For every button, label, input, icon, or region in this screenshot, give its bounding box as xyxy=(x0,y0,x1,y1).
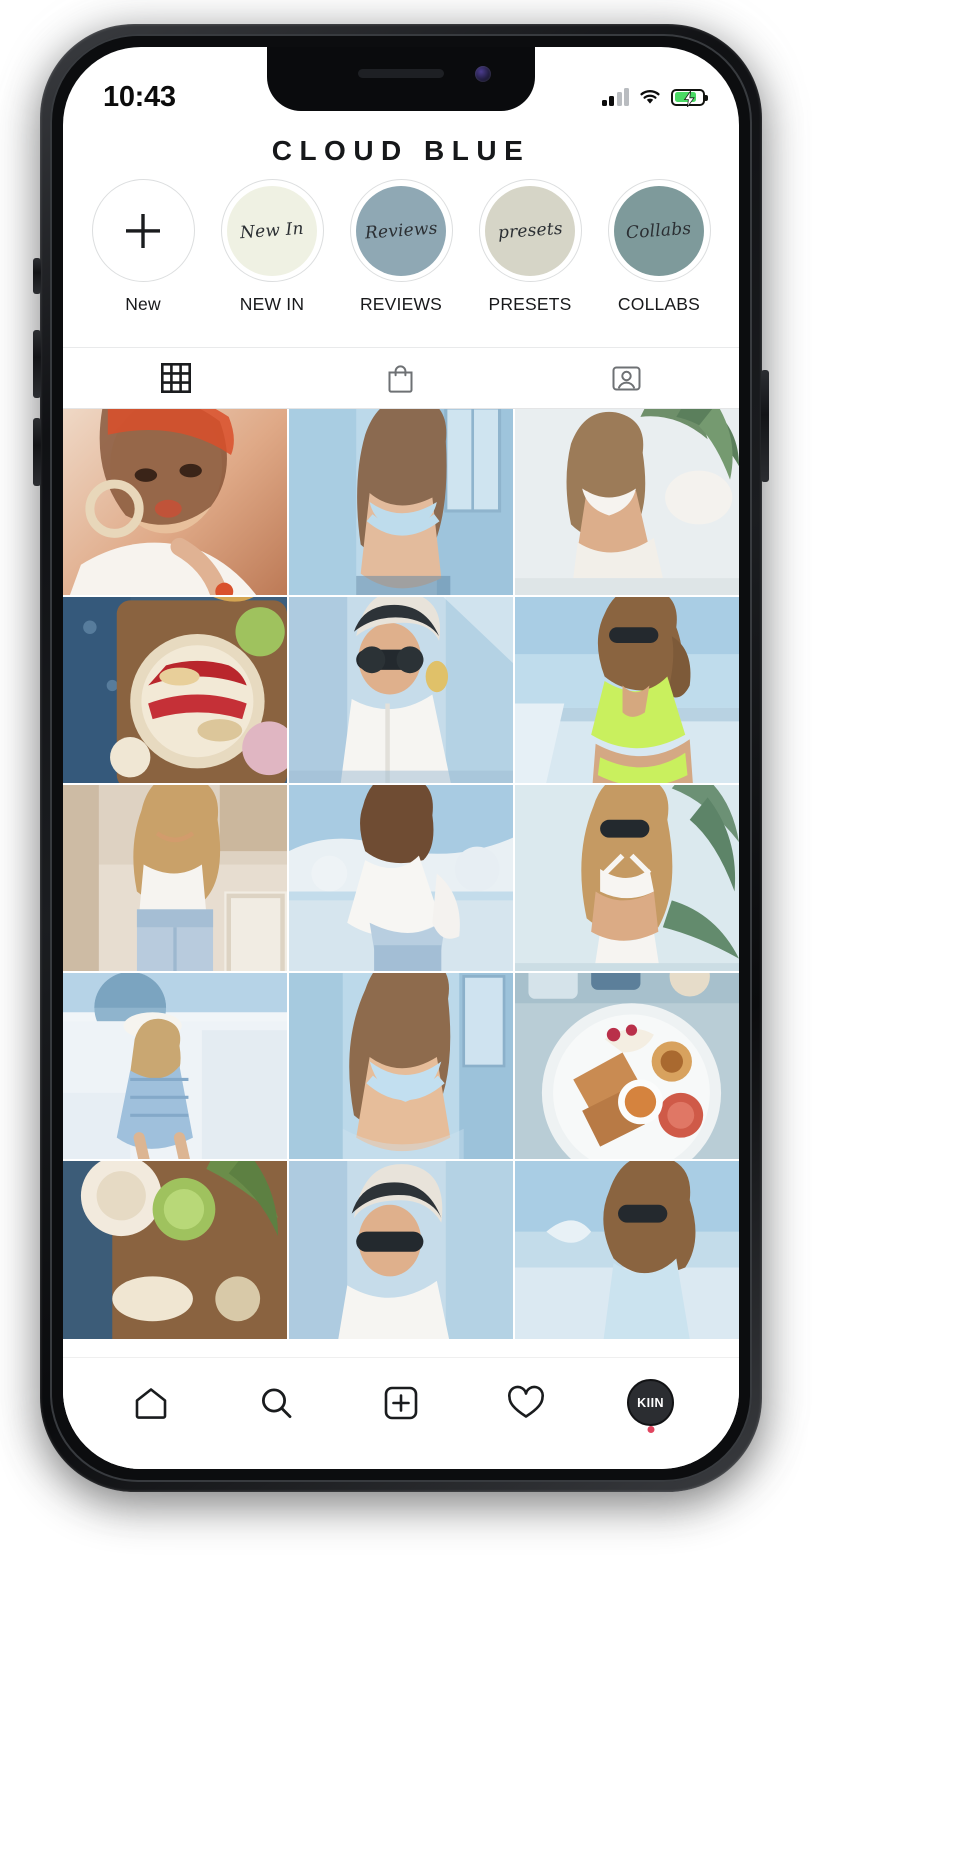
battery-charging-icon xyxy=(671,88,708,107)
highlight-cover-text: New In xyxy=(239,218,305,243)
highlight-new-in-cover: New In xyxy=(227,185,317,276)
highlight-collabs-cover: Collabs xyxy=(614,185,704,276)
highlight-label: PRESETS xyxy=(488,294,572,314)
highlight-new-in-ring: New In xyxy=(220,179,324,282)
charging-bolt-icon xyxy=(683,90,695,107)
volume-up-button[interactable] xyxy=(33,330,41,398)
grid-post[interactable] xyxy=(289,1161,513,1339)
power-button[interactable] xyxy=(761,370,769,482)
status-bar-indicators xyxy=(601,88,708,107)
highlight-label: REVIEWS xyxy=(359,294,443,314)
photo-grid xyxy=(63,409,739,1339)
highlight-presets-cover: presets xyxy=(485,185,575,276)
status-bar-clock: 10:43 xyxy=(103,80,176,113)
grid-post[interactable] xyxy=(289,973,513,1159)
volume-down-button[interactable] xyxy=(33,418,41,486)
grid-post[interactable] xyxy=(515,597,739,783)
highlight-new-ring xyxy=(91,179,195,282)
highlight-reviews-ring: Reviews xyxy=(349,179,453,282)
display-notch xyxy=(267,47,535,111)
silent-switch-button[interactable] xyxy=(33,258,41,294)
highlight-reviews[interactable]: Reviews REVIEWS xyxy=(339,179,463,315)
page-title: CLOUD BLUE xyxy=(271,135,531,166)
grid-post[interactable] xyxy=(515,409,739,595)
heart-icon xyxy=(507,1385,544,1418)
tab-grid[interactable] xyxy=(63,348,288,408)
earpiece-speaker xyxy=(358,69,444,78)
wifi-icon xyxy=(640,90,660,104)
phone-screen: 10:43 CLOUD BLUE New New In NEW IN Revie… xyxy=(63,47,739,1469)
tab-shop[interactable] xyxy=(288,348,513,408)
grid-icon xyxy=(160,363,191,393)
bag-icon xyxy=(388,364,413,393)
highlight-cover-text: Reviews xyxy=(364,217,438,244)
highlight-reviews-cover: Reviews xyxy=(356,185,446,276)
grid-post[interactable] xyxy=(289,409,513,595)
plus-icon xyxy=(126,213,160,248)
grid-post[interactable] xyxy=(63,973,287,1159)
grid-post[interactable] xyxy=(63,409,287,595)
tab-strip-divider xyxy=(63,408,739,409)
profile-notification-dot xyxy=(647,1426,655,1433)
grid-post[interactable] xyxy=(515,1161,739,1339)
nav-create[interactable] xyxy=(365,1372,437,1434)
screenshot-root: 10:43 CLOUD BLUE New New In NEW IN Revie… xyxy=(0,0,962,1849)
highlight-new[interactable]: New xyxy=(81,179,205,315)
grid-post[interactable] xyxy=(289,597,513,783)
highlight-collabs-ring: Collabs xyxy=(607,179,711,282)
highlight-label: NEW IN xyxy=(239,294,305,314)
tagged-icon xyxy=(612,366,641,390)
highlight-cover-text: Collabs xyxy=(625,218,693,243)
add-post-icon xyxy=(384,1386,418,1419)
grid-post[interactable] xyxy=(63,597,287,783)
grid-post[interactable] xyxy=(289,785,513,971)
highlight-label: New xyxy=(125,294,161,314)
profile-tab-strip xyxy=(63,348,739,408)
story-highlights-row: New New In NEW IN Reviews REVIEWS preset… xyxy=(63,179,739,315)
profile-avatar-icon: KIIN xyxy=(627,1379,675,1433)
home-icon xyxy=(136,1387,167,1419)
grid-post[interactable] xyxy=(515,785,739,971)
front-camera-icon xyxy=(475,66,491,82)
nav-activity[interactable] xyxy=(490,1372,562,1434)
nav-search[interactable] xyxy=(240,1372,312,1434)
highlight-label: COLLABS xyxy=(617,294,701,314)
search-icon xyxy=(262,1387,292,1418)
highlight-new-in[interactable]: New In NEW IN xyxy=(210,179,334,315)
highlight-presets[interactable]: presets PRESETS xyxy=(468,179,592,315)
grid-post[interactable] xyxy=(63,785,287,971)
highlight-collabs[interactable]: Collabs COLLABS xyxy=(597,179,721,315)
highlight-new-cover xyxy=(98,185,188,276)
bottom-navigation-bar: KIIN xyxy=(63,1357,739,1469)
grid-post[interactable] xyxy=(63,1161,287,1339)
tab-tagged[interactable] xyxy=(514,348,739,408)
highlight-presets-ring: presets xyxy=(478,179,582,282)
highlight-cover-text: presets xyxy=(496,218,564,243)
cellular-signal-icon xyxy=(601,88,629,106)
grid-post[interactable] xyxy=(515,973,739,1159)
nav-profile[interactable]: KIIN xyxy=(615,1372,687,1434)
nav-home[interactable] xyxy=(115,1372,187,1434)
avatar-monogram: KIIN xyxy=(637,1395,665,1410)
